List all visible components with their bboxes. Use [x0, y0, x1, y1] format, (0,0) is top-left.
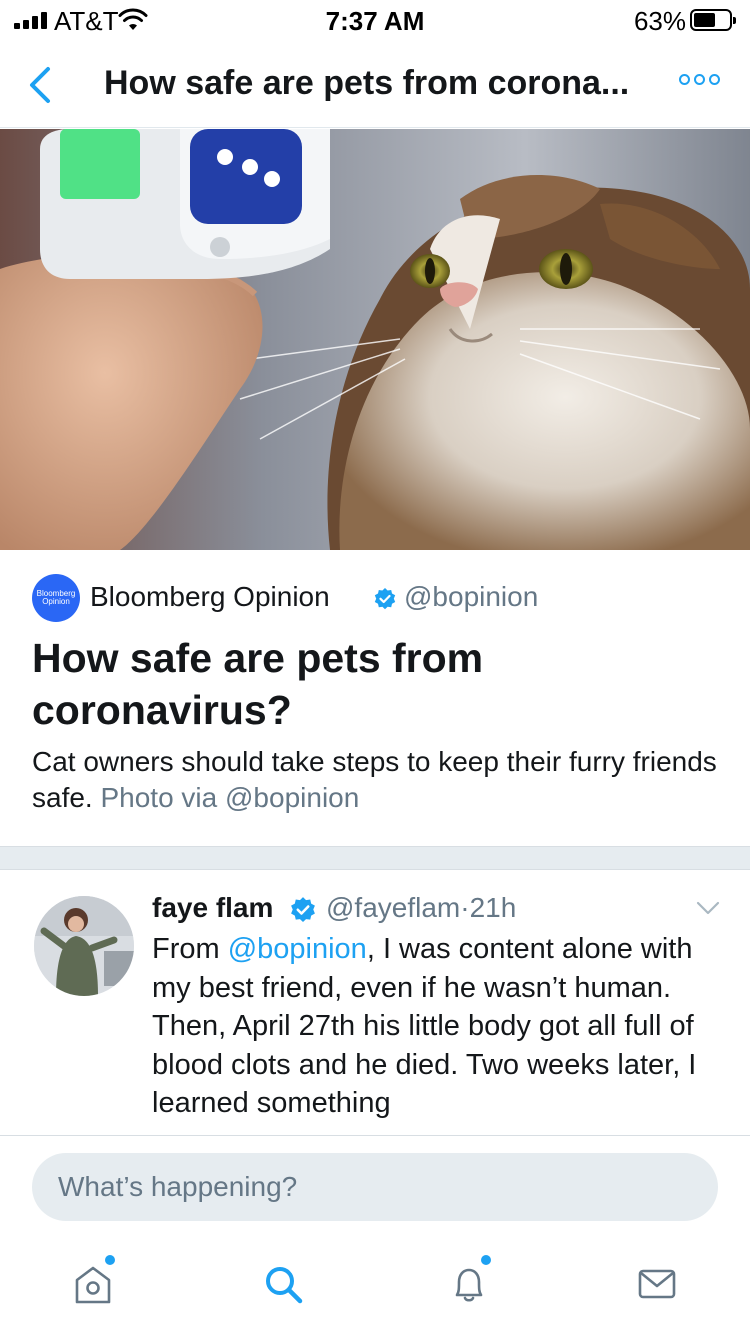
verified-badge-icon	[374, 588, 396, 610]
bloomberg-opinion-logo: Bloomberg Opinion	[32, 574, 80, 622]
notifications-dot	[481, 1255, 491, 1265]
avatar[interactable]	[34, 896, 134, 996]
battery-percent: 63%	[633, 6, 686, 36]
tweet-time: 21h	[469, 892, 517, 923]
photo-credit: Photo via @bopinion	[100, 782, 360, 813]
tweet-author-name[interactable]: faye flam	[152, 892, 273, 924]
link-card[interactable]: Bloomberg Opinion Bloomberg Opinion @bop…	[0, 550, 750, 846]
tweet-meta: @fayeflam·21h	[326, 892, 516, 924]
source-handle: @bopinion	[404, 581, 539, 612]
compose-input[interactable]	[32, 1153, 718, 1221]
source-name: Bloomberg Opinion	[90, 581, 330, 612]
nav-bar: How safe are pets from corona...	[0, 40, 750, 128]
article-photo[interactable]	[0, 129, 750, 550]
battery-icon	[690, 9, 736, 31]
tab-notifications[interactable]	[444, 1259, 494, 1309]
tab-messages[interactable]	[632, 1259, 682, 1309]
chevron-left-icon[interactable]	[22, 62, 62, 108]
logo-text-2: Opinion	[42, 597, 70, 606]
tab-home[interactable]	[68, 1259, 118, 1309]
tweet[interactable]: faye flam @fayeflam·21h From @bopinion, …	[0, 870, 750, 1135]
verified-badge-icon	[291, 897, 315, 923]
article-description: Cat owners should take steps to keep the…	[32, 744, 722, 816]
meta-separator: ·	[460, 892, 470, 923]
tab-bar	[0, 1235, 750, 1334]
search-icon	[266, 1267, 303, 1304]
home-notification-dot	[105, 1255, 115, 1265]
tweet-text: From @bopinion, I was content alone with…	[152, 930, 712, 1123]
more-icon[interactable]	[679, 74, 720, 85]
article-title: How safe are pets from coronavirus?	[32, 635, 484, 733]
status-bar: AT&T 7:37 AM 63%	[0, 0, 750, 40]
home-icon	[75, 1266, 111, 1304]
mail-icon	[638, 1269, 676, 1299]
section-divider	[0, 846, 750, 870]
compose-bar	[0, 1135, 750, 1235]
tab-search[interactable]	[258, 1259, 308, 1309]
tweet-handle: @fayeflam	[326, 892, 461, 923]
bell-icon	[455, 1268, 483, 1302]
mention-link[interactable]: @bopinion	[228, 933, 367, 965]
page-title: How safe are pets from corona...	[104, 64, 630, 102]
chevron-down-icon[interactable]	[696, 900, 720, 916]
tweet-text-prefix: From	[152, 933, 228, 965]
